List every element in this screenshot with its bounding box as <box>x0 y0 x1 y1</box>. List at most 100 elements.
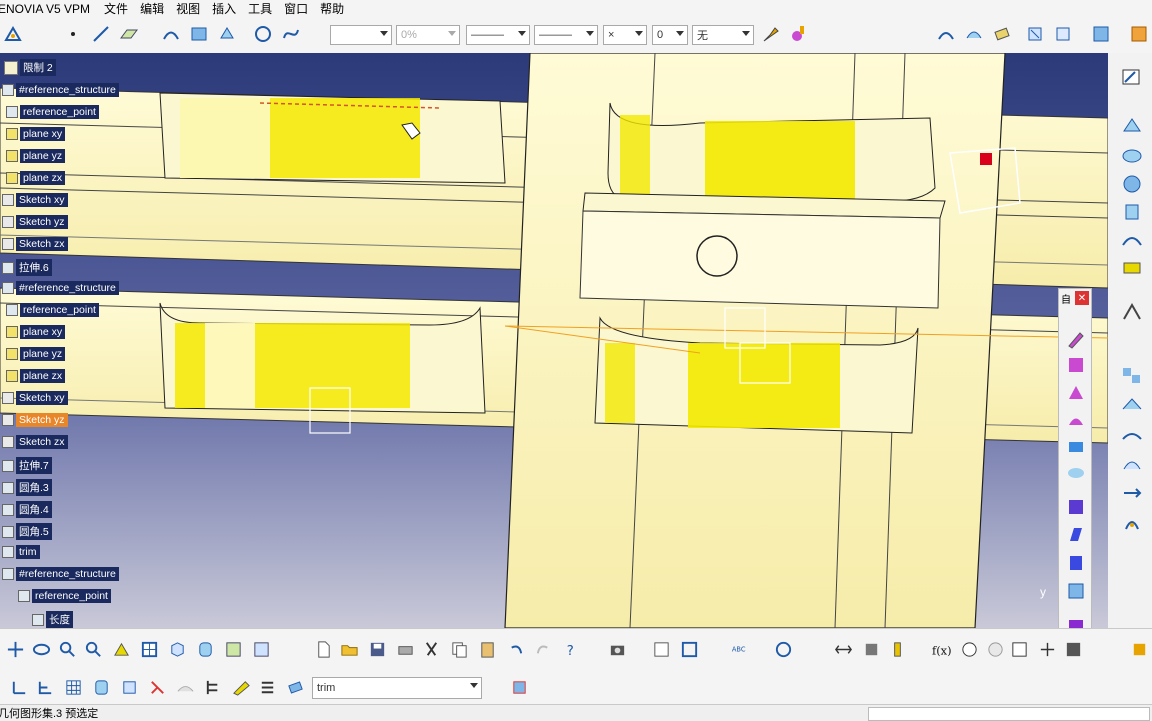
sweep-icon[interactable] <box>160 23 182 45</box>
analysis-icon[interactable] <box>1024 23 1046 45</box>
tree-node[interactable]: Sketch yz <box>2 215 68 229</box>
extrude-icon[interactable] <box>1120 115 1144 137</box>
print-icon[interactable] <box>394 638 416 660</box>
new-file-icon[interactable] <box>312 638 334 660</box>
tree-node[interactable]: Sketch yz <box>2 413 68 427</box>
swap-space-icon[interactable] <box>250 638 272 660</box>
linetype-combo[interactable] <box>330 25 392 45</box>
tree-node[interactable]: plane xy <box>6 127 66 141</box>
sphere-icon[interactable] <box>1120 173 1144 195</box>
bottle-icon[interactable] <box>886 638 908 660</box>
tree-node[interactable]: Sketch zx <box>2 435 68 449</box>
hide-show-icon[interactable] <box>222 638 244 660</box>
ordered-set-icon[interactable] <box>146 676 168 698</box>
chamfer-icon[interactable] <box>1066 437 1086 457</box>
tree-root[interactable]: 限制 2 <box>4 59 56 76</box>
curve-arrow-icon[interactable] <box>935 23 957 45</box>
undo-icon[interactable] <box>504 638 526 660</box>
draft-icon[interactable] <box>1066 463 1086 483</box>
fillet-icon[interactable] <box>1066 409 1086 429</box>
copy-icon[interactable] <box>448 638 470 660</box>
multi-view-icon[interactable] <box>138 638 160 660</box>
join-icon[interactable] <box>1120 365 1144 387</box>
fill-surface-icon[interactable] <box>188 23 210 45</box>
tree-node[interactable]: plane zx <box>6 171 66 185</box>
pen-icon[interactable] <box>1066 329 1086 349</box>
instantiate-icon[interactable] <box>174 676 196 698</box>
hierarchy-icon[interactable] <box>202 676 224 698</box>
zoom-in-icon[interactable] <box>56 638 78 660</box>
lineweight-combo[interactable]: ——— <box>534 25 598 45</box>
connect-checker-icon[interactable] <box>1052 23 1074 45</box>
eraser-icon[interactable] <box>991 23 1013 45</box>
tree-node[interactable]: Sketch zx <box>2 237 68 251</box>
body-icon[interactable] <box>90 676 112 698</box>
tree-node[interactable]: trim <box>2 545 40 559</box>
eraser-tool-icon[interactable] <box>284 676 306 698</box>
menu-insert[interactable]: 插入 <box>206 0 242 17</box>
offset-icon[interactable] <box>1120 229 1144 251</box>
abc-icon[interactable]: ABC <box>728 638 750 660</box>
menu-file[interactable]: 文件 <box>98 0 134 17</box>
axis-system-icon[interactable] <box>8 676 30 698</box>
inertia-icon[interactable] <box>860 638 882 660</box>
tree-node[interactable]: plane yz <box>6 149 66 163</box>
plane-icon[interactable] <box>118 23 140 45</box>
frame-icon[interactable] <box>678 638 700 660</box>
hand-tool-icon[interactable] <box>1128 638 1150 660</box>
tree-node[interactable]: plane xy <box>6 325 66 339</box>
spline-icon[interactable] <box>280 23 302 45</box>
tree-node[interactable]: 圆角.3 <box>2 479 52 496</box>
law-icon[interactable] <box>1036 638 1058 660</box>
tree-node[interactable]: reference_point <box>6 105 99 119</box>
geometric-set-icon[interactable] <box>118 676 140 698</box>
revolve-icon[interactable] <box>1120 145 1144 167</box>
list-icon[interactable] <box>256 676 278 698</box>
rule-icon[interactable] <box>984 638 1006 660</box>
publish-icon[interactable] <box>508 676 530 698</box>
remove-face-icon[interactable] <box>1066 581 1086 601</box>
capture-icon[interactable] <box>606 638 628 660</box>
paint-brush-icon[interactable] <box>760 23 782 45</box>
filter-combo[interactable]: 无 <box>692 25 754 45</box>
catalog-browser-icon[interactable] <box>1062 638 1084 660</box>
line-icon[interactable] <box>90 23 112 45</box>
tree-node[interactable]: Sketch xy <box>2 391 68 405</box>
sweep-solid-icon[interactable] <box>1066 383 1086 403</box>
blend-icon[interactable] <box>963 23 985 45</box>
normal-view-icon[interactable] <box>110 638 132 660</box>
sketch-icon[interactable] <box>1120 67 1144 89</box>
menu-edit[interactable]: 编辑 <box>134 0 170 17</box>
iso-view-icon[interactable] <box>166 638 188 660</box>
design-table-icon[interactable] <box>1008 638 1030 660</box>
circle-icon[interactable] <box>252 23 274 45</box>
layer-combo[interactable]: 0 <box>652 25 688 45</box>
transparency-combo[interactable]: 0% <box>396 25 460 45</box>
thread-icon[interactable] <box>1066 553 1086 573</box>
redo-icon[interactable] <box>532 638 554 660</box>
menu-view[interactable]: 视图 <box>170 0 206 17</box>
multi-section-icon[interactable] <box>1066 355 1086 375</box>
extract-icon[interactable] <box>1120 453 1144 475</box>
pan-icon[interactable] <box>4 638 26 660</box>
knowledge-icon[interactable] <box>958 638 980 660</box>
formula-icon[interactable]: f(x) <box>930 638 952 660</box>
translate-icon[interactable] <box>1120 483 1144 505</box>
tree-node[interactable]: reference_point <box>18 589 111 603</box>
tree-node[interactable]: plane yz <box>6 347 66 361</box>
distance-icon[interactable] <box>832 638 854 660</box>
point-style-combo[interactable]: × <box>603 25 647 45</box>
save-icon[interactable] <box>366 638 388 660</box>
zoom-out-icon[interactable] <box>82 638 104 660</box>
measure-icon[interactable] <box>772 638 794 660</box>
tree-node[interactable]: plane zx <box>6 369 66 383</box>
tree-node[interactable]: 圆角.5 <box>2 523 52 540</box>
graphic-properties-icon[interactable] <box>788 23 810 45</box>
tree-node[interactable]: 拉伸.7 <box>2 457 52 474</box>
tree-expand-icon[interactable] <box>34 676 56 698</box>
rotate-icon[interactable] <box>1120 513 1144 535</box>
fill-icon[interactable] <box>1120 257 1144 279</box>
cut-icon[interactable] <box>420 638 442 660</box>
extrude-surface-icon[interactable] <box>216 23 238 45</box>
transform-icon[interactable] <box>1120 301 1144 323</box>
